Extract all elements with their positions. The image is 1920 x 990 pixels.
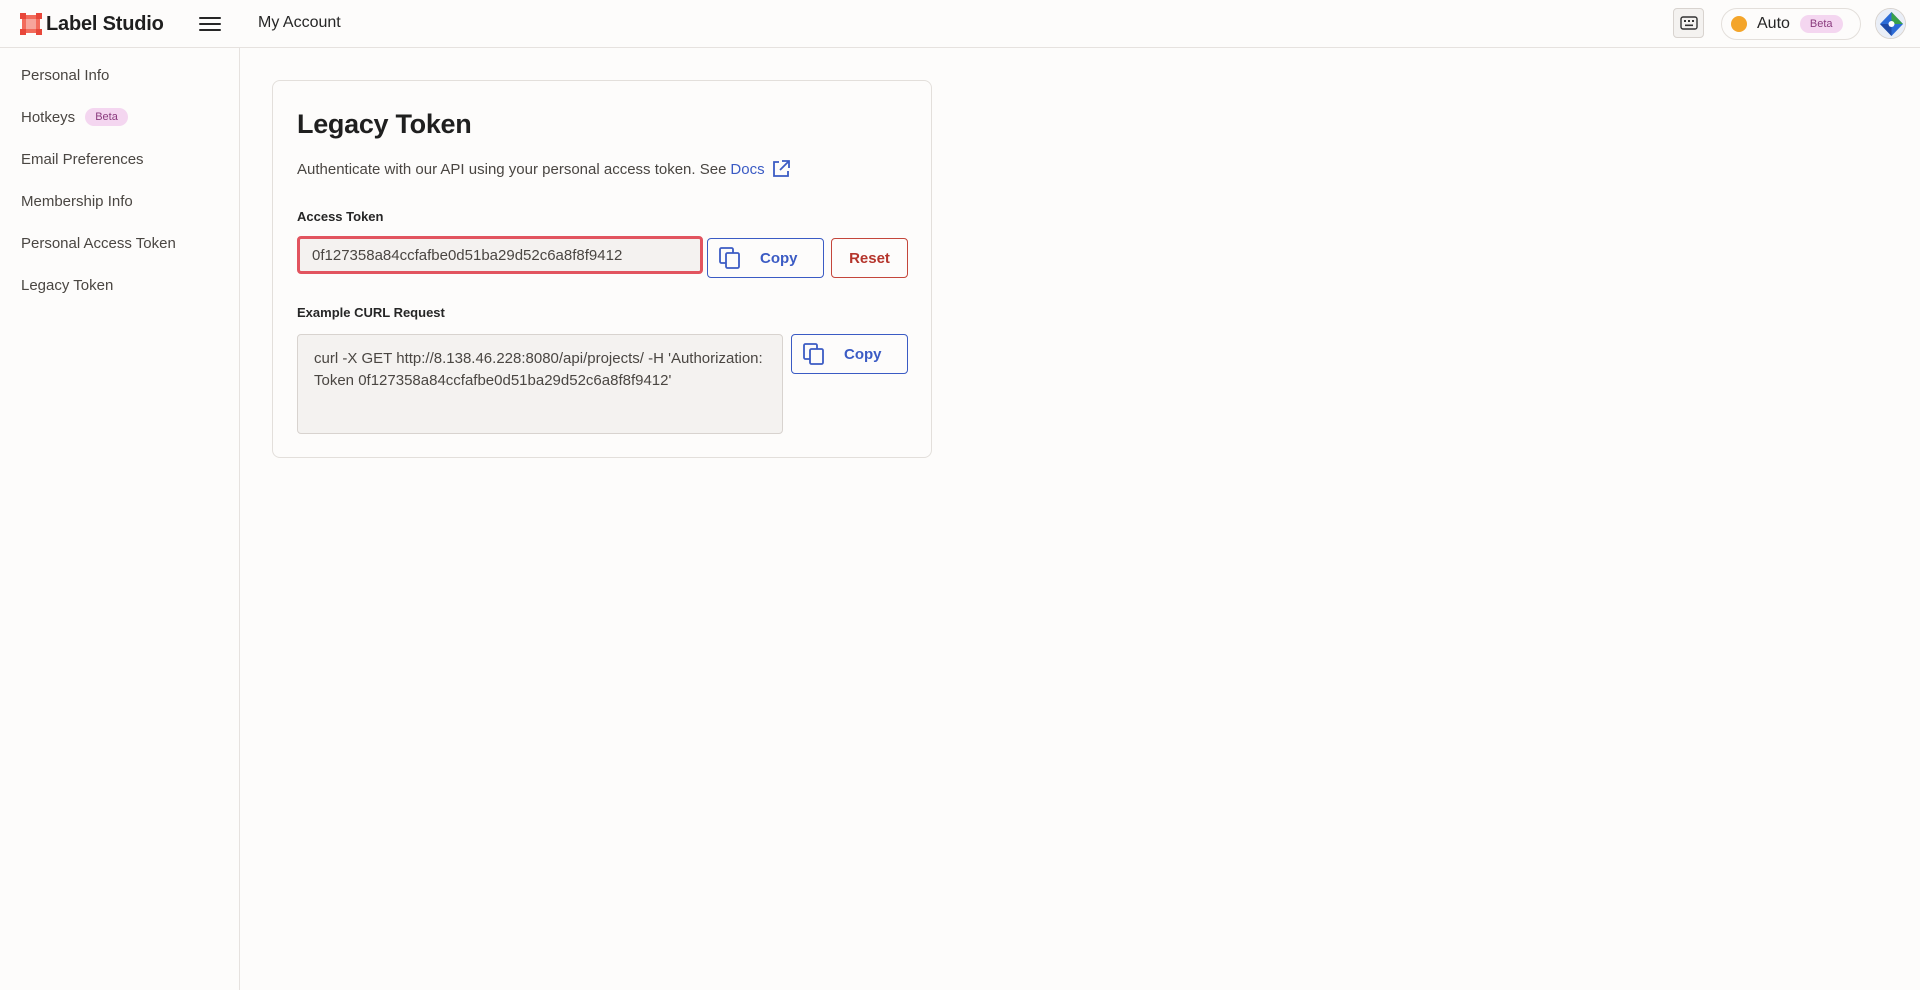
sidebar-item-label: Personal Access Token — [21, 234, 176, 252]
label-studio-logo-icon — [20, 13, 42, 35]
sidebar-item-membership-info[interactable]: Membership Info — [21, 190, 133, 212]
sidebar: Personal Info Hotkeys Beta Email Prefere… — [0, 48, 240, 990]
description-text: Authenticate with our API using your per… — [297, 160, 727, 178]
sidebar-item-label: Legacy Token — [21, 276, 114, 294]
hamburger-menu-icon[interactable] — [199, 14, 221, 34]
curl-request-value: curl -X GET http://8.138.46.228:8080/api… — [314, 350, 763, 389]
theme-beta-badge: Beta — [1799, 15, 1843, 33]
copy-curl-button[interactable]: Copy — [791, 334, 908, 374]
copy-token-button[interactable]: Copy — [707, 238, 824, 278]
curl-request-textarea[interactable]: curl -X GET http://8.138.46.228:8080/api… — [297, 334, 783, 434]
docs-link-label: Docs — [730, 160, 765, 178]
sidebar-item-label: Membership Info — [21, 192, 133, 210]
copy-curl-label: Copy — [844, 345, 882, 363]
user-avatar[interactable] — [1875, 8, 1906, 39]
access-token-value: 0f127358a84ccfafbe0d51ba29d52c6a8f8f9412 — [312, 246, 623, 264]
top-bar: Label Studio My Account Auto Beta — [0, 0, 1920, 48]
docs-link[interactable]: Docs — [730, 159, 790, 179]
sun-icon — [1731, 16, 1747, 32]
sidebar-item-legacy-token[interactable]: Legacy Token — [21, 274, 113, 296]
page-title: My Account — [258, 14, 341, 31]
keyboard-shortcuts-button[interactable] — [1673, 8, 1704, 38]
keyboard-icon — [1679, 16, 1698, 30]
sidebar-item-hotkeys[interactable]: Hotkeys Beta — [21, 106, 128, 128]
app-logo[interactable]: Label Studio — [20, 12, 164, 36]
sidebar-item-personal-info[interactable]: Personal Info — [21, 64, 109, 86]
sidebar-item-personal-access-token[interactable]: Personal Access Token — [21, 232, 176, 254]
access-token-label: Access Token — [297, 209, 384, 224]
external-link-icon — [772, 160, 790, 177]
hotkeys-beta-badge: Beta — [85, 108, 128, 126]
copy-icon — [719, 247, 740, 269]
sidebar-item-label: Personal Info — [21, 66, 110, 84]
access-token-field[interactable]: 0f127358a84ccfafbe0d51ba29d52c6a8f8f9412 — [297, 236, 703, 274]
copy-token-label: Copy — [760, 249, 798, 267]
reset-token-button[interactable]: Reset — [831, 238, 908, 278]
card-title: Legacy Token — [297, 109, 472, 139]
theme-toggle[interactable]: Auto Beta — [1721, 8, 1861, 40]
card-description: Authenticate with our API using your per… — [297, 159, 791, 179]
legacy-token-card: Legacy Token Authenticate with our API u… — [272, 80, 932, 458]
curl-label: Example CURL Request — [297, 305, 445, 320]
app-name: Label Studio — [46, 12, 164, 35]
copy-icon — [803, 343, 824, 365]
sidebar-item-label: Email Preferences — [21, 150, 144, 168]
sidebar-item-label: Hotkeys — [21, 108, 76, 126]
sidebar-item-email-preferences[interactable]: Email Preferences — [21, 148, 144, 170]
theme-label: Auto — [1757, 15, 1790, 32]
